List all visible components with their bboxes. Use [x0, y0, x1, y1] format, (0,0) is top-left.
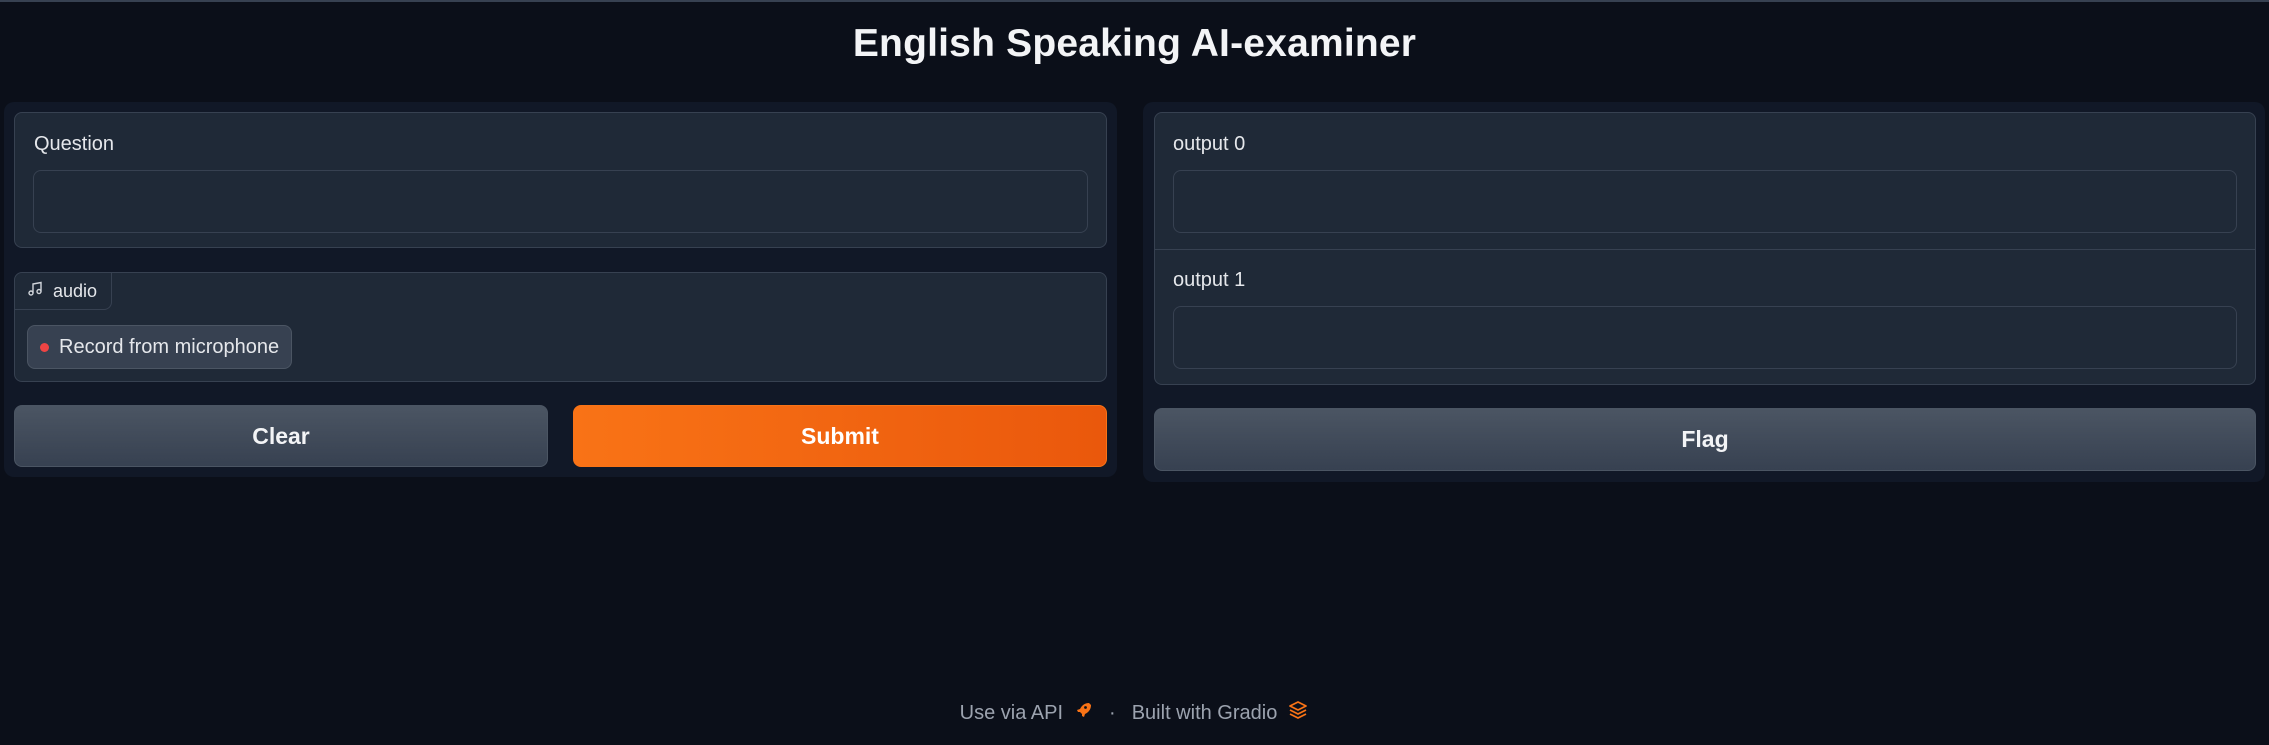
- flag-button[interactable]: Flag: [1154, 408, 2256, 471]
- audio-block: audio Record from microphone: [14, 272, 1107, 382]
- input-panel: Question audio Record from microphone Cl…: [4, 102, 1117, 477]
- output-panel: output 0 output 1 Flag: [1143, 102, 2265, 482]
- output-divider: [1155, 249, 2255, 250]
- top-border: [0, 0, 2269, 2]
- output-0-field[interactable]: [1173, 170, 2237, 233]
- output-1-field[interactable]: [1173, 306, 2237, 369]
- use-via-api-link[interactable]: Use via API: [960, 702, 1063, 725]
- question-label: Question: [34, 133, 115, 155]
- gradio-logo-icon: [1287, 700, 1309, 726]
- audio-label-tag: audio: [15, 273, 113, 310]
- question-input[interactable]: [33, 170, 1088, 233]
- rocket-icon: [1073, 700, 1093, 726]
- record-button-label: Record from microphone: [59, 335, 280, 358]
- question-block: Question: [14, 112, 1107, 248]
- clear-button[interactable]: Clear: [14, 405, 548, 467]
- footer: Use via API · Built with Gradio: [0, 700, 2269, 726]
- page-title: English Speaking AI-examiner: [852, 22, 1417, 65]
- footer-separator: ·: [1109, 701, 1116, 724]
- music-note-icon: [27, 281, 43, 302]
- output-0-label: output 0: [1173, 133, 1246, 155]
- submit-button[interactable]: Submit: [573, 405, 1107, 467]
- audio-label: audio: [53, 280, 98, 301]
- built-with-gradio-link[interactable]: Built with Gradio: [1132, 702, 1278, 725]
- output-1-label: output 1: [1173, 269, 1246, 291]
- outputs-block: output 0 output 1: [1154, 112, 2256, 385]
- record-microphone-button[interactable]: Record from microphone: [27, 325, 293, 369]
- record-dot-icon: [40, 342, 49, 352]
